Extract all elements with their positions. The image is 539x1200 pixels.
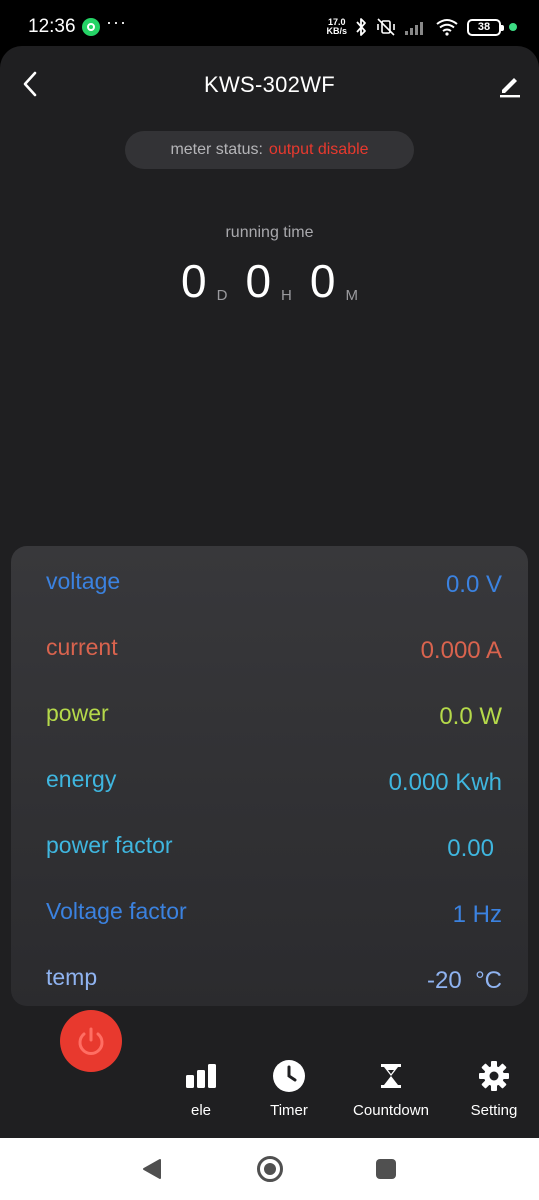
- whatsapp-icon: [82, 18, 100, 36]
- vibrate-off-icon: [375, 17, 397, 37]
- tab-countdown-label: Countdown: [353, 1102, 429, 1119]
- power-icon: [78, 1027, 104, 1055]
- reading-label: energy: [46, 766, 117, 792]
- reading-row-power-factor: power factor 0.00: [46, 828, 502, 868]
- tab-ele-label: ele: [190, 1102, 212, 1119]
- nav-recents-button[interactable]: [376, 1159, 396, 1179]
- reading-row-voltage-factor: Voltage factor 1 Hz: [46, 894, 502, 934]
- running-days-unit: D: [216, 287, 228, 304]
- reading-row-temp: temp -20 °C: [46, 960, 502, 1000]
- reading-row-power: power 0.0 W: [46, 696, 502, 736]
- network-speed: 17.0 KB/s: [326, 18, 347, 36]
- reading-label: voltage: [46, 568, 121, 594]
- running-minutes-unit: M: [345, 287, 358, 304]
- page-title: KWS-302WF: [203, 72, 336, 97]
- reading-value: 1 Hz: [452, 901, 502, 928]
- reading-label: power factor: [46, 832, 173, 858]
- signal-icon: [405, 19, 427, 35]
- reading-value: -20 °C: [427, 967, 502, 994]
- meter-status-pill: meter status: output disable: [125, 131, 414, 169]
- status-time: 12:36: [28, 16, 76, 37]
- running-hours-unit: H: [281, 287, 292, 304]
- tab-countdown[interactable]: Countdown: [350, 1058, 432, 1128]
- tab-setting-label: Setting: [470, 1102, 518, 1119]
- tab-timer[interactable]: Timer: [264, 1058, 314, 1128]
- running-time-display: 0 D 0 H 0 M: [0, 249, 539, 309]
- reading-label: power: [46, 700, 109, 726]
- running-minutes: 0: [309, 255, 336, 307]
- reading-value: 0.0 V: [445, 571, 502, 598]
- header: KWS-302WF: [0, 46, 539, 122]
- triangle-back-icon: [143, 1159, 161, 1179]
- reading-row-current: current 0.000 A: [46, 630, 502, 670]
- reading-value: 0.000 A: [420, 637, 502, 664]
- pencil-icon: [500, 78, 520, 98]
- nav-back-button[interactable]: [142, 1158, 162, 1185]
- running-time-label: running time: [225, 224, 314, 241]
- nav-home-button[interactable]: [257, 1156, 283, 1182]
- battery-icon: 38: [467, 18, 504, 36]
- bluetooth-icon: [355, 17, 367, 37]
- more-notifications-icon: ···: [106, 12, 127, 32]
- reading-value: 0.00: [447, 835, 494, 862]
- running-hours: 0: [245, 255, 272, 307]
- tab-timer-label: Timer: [270, 1102, 308, 1119]
- running-days: 0: [181, 255, 207, 307]
- active-dot-icon: [509, 23, 517, 31]
- tab-setting[interactable]: Setting: [466, 1058, 522, 1128]
- meter-status-label: meter status:: [170, 141, 263, 158]
- reading-value: 0.000 Kwh: [388, 769, 502, 796]
- network-speed-unit: KB/s: [326, 26, 347, 36]
- reading-label: current: [46, 634, 118, 660]
- system-nav-bar: [0, 1138, 539, 1200]
- edit-button[interactable]: [493, 68, 527, 102]
- readings-card: voltage 0.0 V current 0.000 A power 0.0 …: [11, 546, 528, 1006]
- reading-row-energy: energy 0.000 Kwh: [46, 762, 502, 802]
- gear-icon: [479, 1061, 509, 1091]
- meter-status-value: output disable: [268, 141, 369, 158]
- tab-ele[interactable]: ele: [176, 1058, 226, 1128]
- reading-row-voltage: voltage 0.0 V: [46, 564, 502, 604]
- reading-label: Voltage factor: [46, 898, 187, 924]
- wifi-icon: [435, 18, 459, 36]
- hourglass-icon: [381, 1064, 401, 1088]
- clock-icon: [273, 1060, 305, 1092]
- bar-chart-icon: [186, 1064, 216, 1088]
- app-screen: KWS-302WF meter status: output disable r…: [0, 46, 539, 1138]
- reading-label: temp: [46, 964, 98, 990]
- status-bar: 12:36 ··· 17.0 KB/s 38: [0, 0, 539, 50]
- power-button[interactable]: [60, 1010, 122, 1072]
- reading-value: 0.0 W: [439, 703, 502, 730]
